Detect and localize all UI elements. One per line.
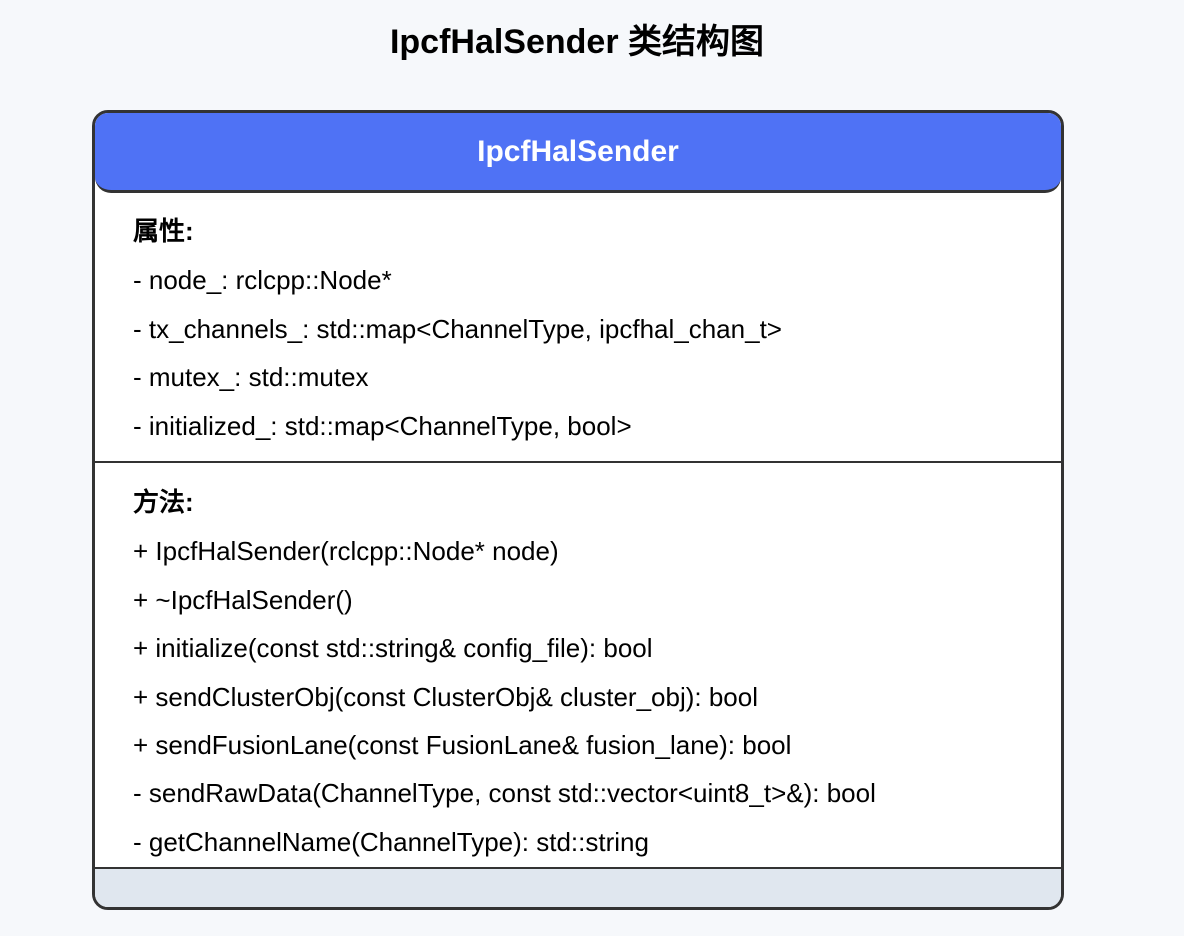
method-item: + ~IpcfHalSender()	[133, 585, 353, 615]
attribute-item: - node_: rclcpp::Node*	[133, 265, 392, 295]
attributes-section: 属性: - node_: rclcpp::Node* - tx_channels…	[95, 193, 1061, 463]
attribute-item: - mutex_: std::mutex	[133, 362, 369, 392]
attribute-item: - tx_channels_: std::map<ChannelType, ip…	[133, 314, 782, 344]
uml-class-box: IpcfHalSender 属性: - node_: rclcpp::Node*…	[92, 110, 1064, 910]
diagram-title: IpcfHalSender 类结构图	[389, 23, 765, 61]
class-name: IpcfHalSender	[477, 134, 679, 168]
method-item: + IpcfHalSender(rclcpp::Node* node)	[133, 536, 559, 566]
methods-heading: 方法:	[133, 487, 194, 517]
method-item: + initialize(const std::string& config_f…	[133, 633, 653, 663]
method-item: + sendClusterObj(const ClusterObj& clust…	[133, 682, 759, 712]
attributes-heading: 属性:	[133, 216, 194, 246]
method-item: - sendRawData(ChannelType, const std::ve…	[133, 778, 876, 808]
class-header: IpcfHalSender	[95, 113, 1061, 193]
attribute-item: - initialized_: std::map<ChannelType, bo…	[133, 411, 632, 441]
class-footer	[95, 869, 1061, 907]
method-item: - getChannelName(ChannelType): std::stri…	[133, 827, 649, 857]
methods-section: 方法: + IpcfHalSender(rclcpp::Node* node) …	[95, 463, 1061, 869]
method-item: + sendFusionLane(const FusionLane& fusio…	[133, 730, 792, 760]
